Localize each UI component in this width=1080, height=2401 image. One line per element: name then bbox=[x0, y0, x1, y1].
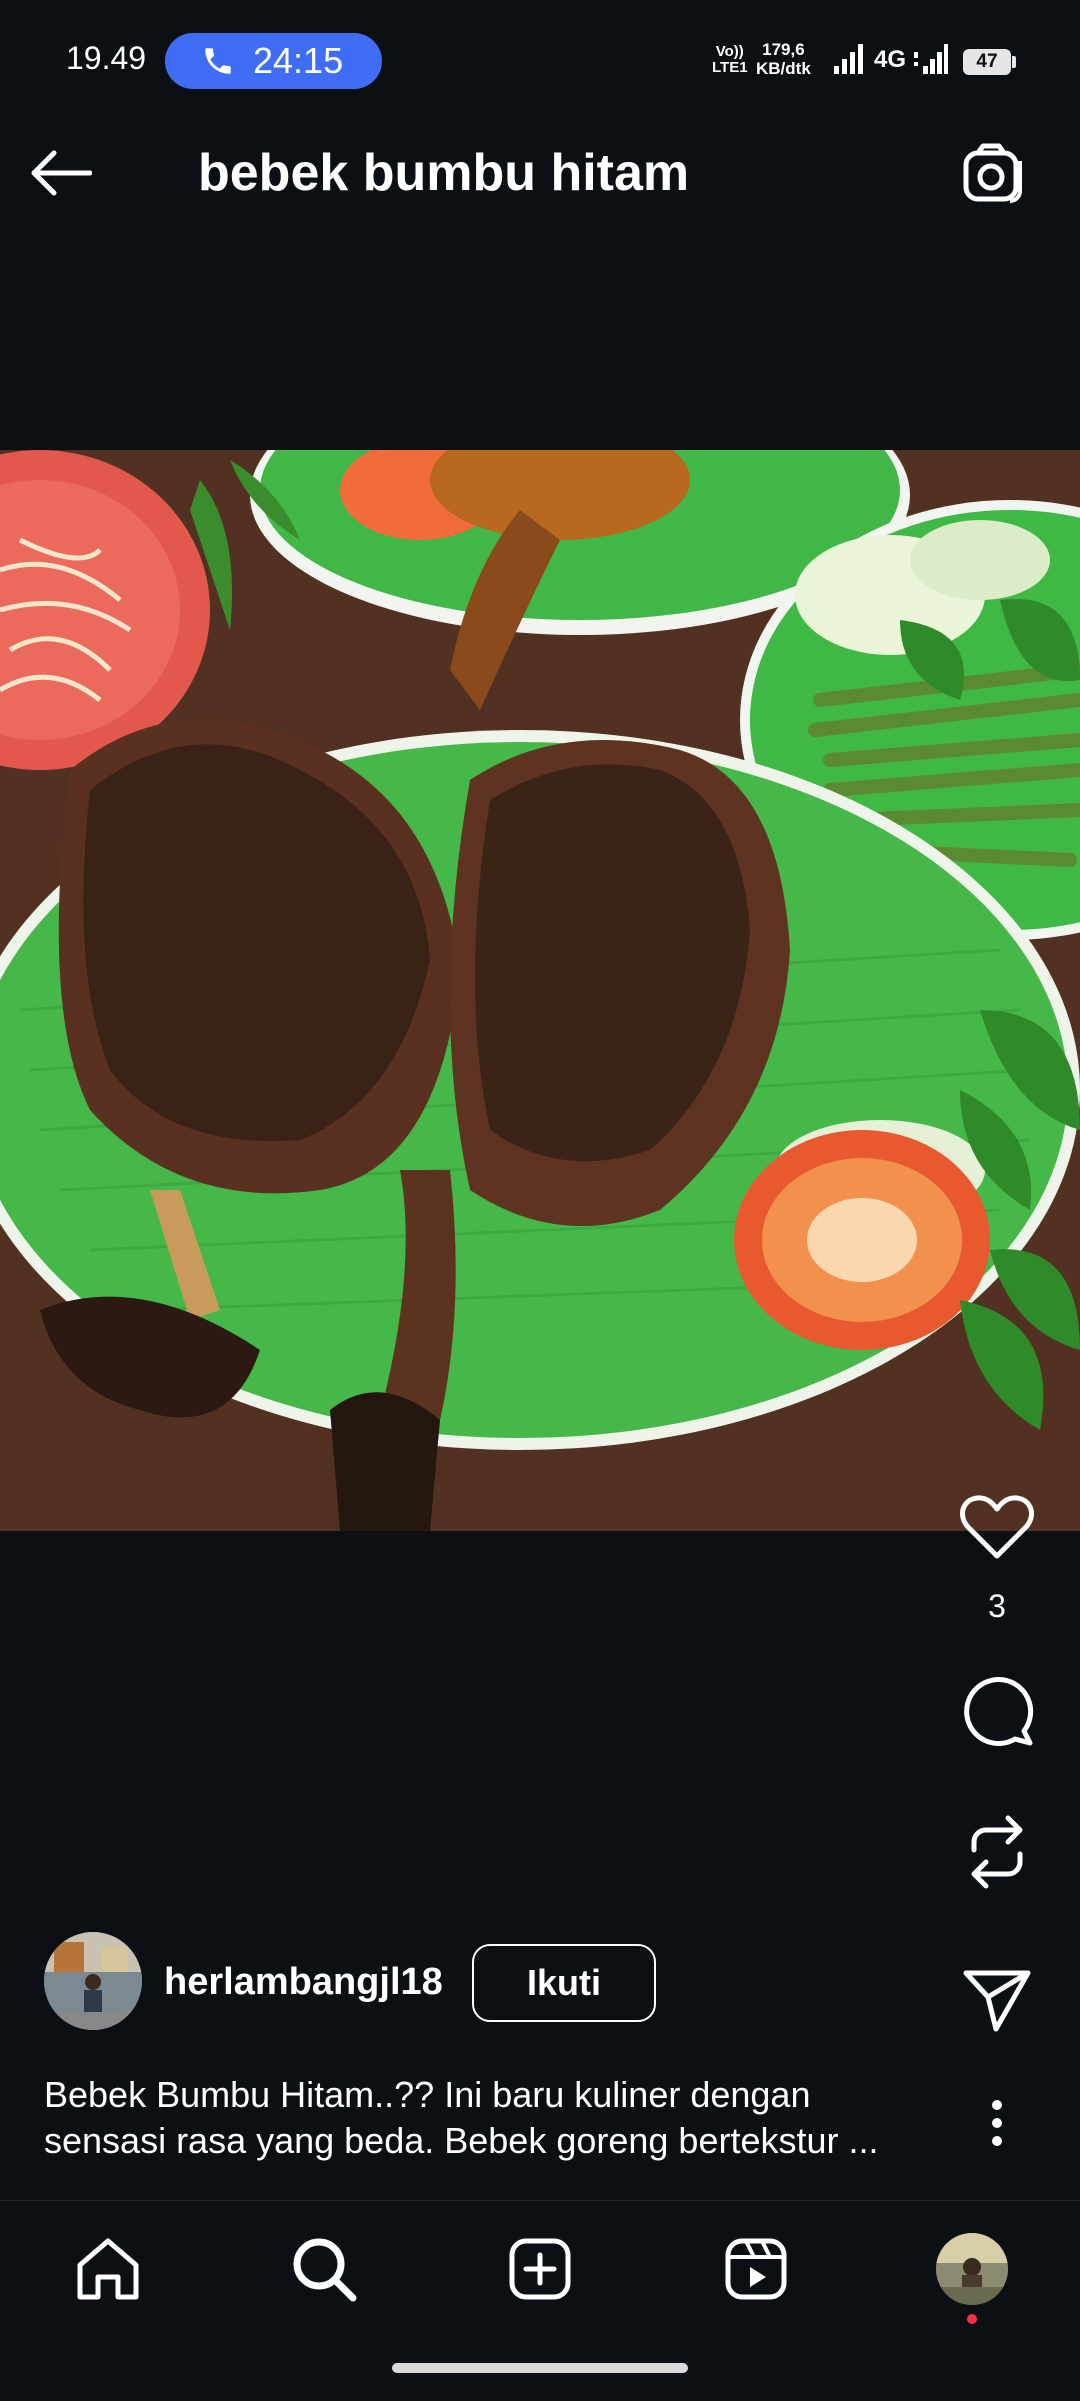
repost-button[interactable] bbox=[955, 1812, 1039, 1892]
comment-icon bbox=[964, 1677, 1034, 1746]
back-button[interactable] bbox=[30, 138, 120, 208]
signal-strength-icon bbox=[834, 44, 863, 74]
nav-search[interactable] bbox=[274, 2229, 374, 2309]
comment-button[interactable] bbox=[955, 1672, 1039, 1748]
like-count: 3 bbox=[988, 1588, 1006, 1624]
network-type: 4G bbox=[874, 46, 907, 73]
post-caption[interactable]: Bebek Bumbu Hitam..?? Ini baru kuliner d… bbox=[44, 2072, 944, 2164]
call-duration: 24:15 bbox=[253, 40, 344, 81]
food-photo bbox=[0, 450, 1080, 1531]
battery-tip bbox=[1012, 56, 1016, 68]
network-speed: 179,6 KB/dtk bbox=[756, 40, 811, 78]
signal-strength-2-icon bbox=[914, 44, 948, 74]
camera-button[interactable] bbox=[950, 138, 1034, 210]
send-icon bbox=[963, 1970, 1031, 2032]
more-options-button[interactable] bbox=[975, 2090, 1019, 2156]
more-vertical-icon bbox=[992, 2100, 1002, 2146]
like-button[interactable] bbox=[955, 1490, 1039, 1564]
status-time: 19.49 bbox=[66, 40, 147, 76]
home-indicator[interactable] bbox=[392, 2363, 688, 2373]
phone-icon bbox=[205, 48, 231, 74]
author-avatar[interactable] bbox=[44, 1932, 142, 2030]
net-speed-value: 179,6 bbox=[762, 40, 805, 59]
author-username[interactable]: herlambangjl18 bbox=[164, 1958, 443, 2006]
nav-profile[interactable] bbox=[922, 2229, 1022, 2309]
volte-line1: Vo)) bbox=[715, 43, 744, 60]
caption-line-2: sensasi rasa yang beda. Bebek goreng ber… bbox=[44, 2120, 879, 2161]
volte-indicator: Vo)) LTE1 bbox=[712, 44, 748, 76]
volte-line2: LTE1 bbox=[712, 59, 748, 76]
caption-line-1: Bebek Bumbu Hitam..?? Ini baru kuliner d… bbox=[44, 2074, 811, 2115]
profile-avatar bbox=[936, 2233, 1008, 2305]
repost-icon bbox=[971, 1815, 1023, 1889]
follow-button[interactable]: Ikuti bbox=[472, 1944, 656, 2022]
net-speed-unit: KB/dtk bbox=[756, 59, 811, 78]
post-image[interactable] bbox=[0, 450, 1080, 1531]
camera-icon bbox=[963, 143, 1022, 203]
create-icon bbox=[509, 2238, 571, 2300]
nav-create[interactable] bbox=[490, 2229, 590, 2309]
notification-dot bbox=[967, 2314, 977, 2324]
share-button[interactable] bbox=[955, 1964, 1039, 2036]
search-icon bbox=[293, 2238, 357, 2302]
ongoing-call-pill[interactable]: 24:15 bbox=[165, 33, 382, 89]
reels-icon bbox=[725, 2238, 787, 2300]
home-icon bbox=[77, 2238, 139, 2300]
heart-icon bbox=[960, 1495, 1034, 1559]
nav-reels[interactable] bbox=[706, 2229, 806, 2309]
page-title: bebek bumbu hitam bbox=[198, 144, 690, 202]
arrow-left-icon bbox=[31, 150, 92, 196]
battery-icon: 47 bbox=[963, 49, 1011, 75]
nav-home[interactable] bbox=[58, 2229, 158, 2309]
